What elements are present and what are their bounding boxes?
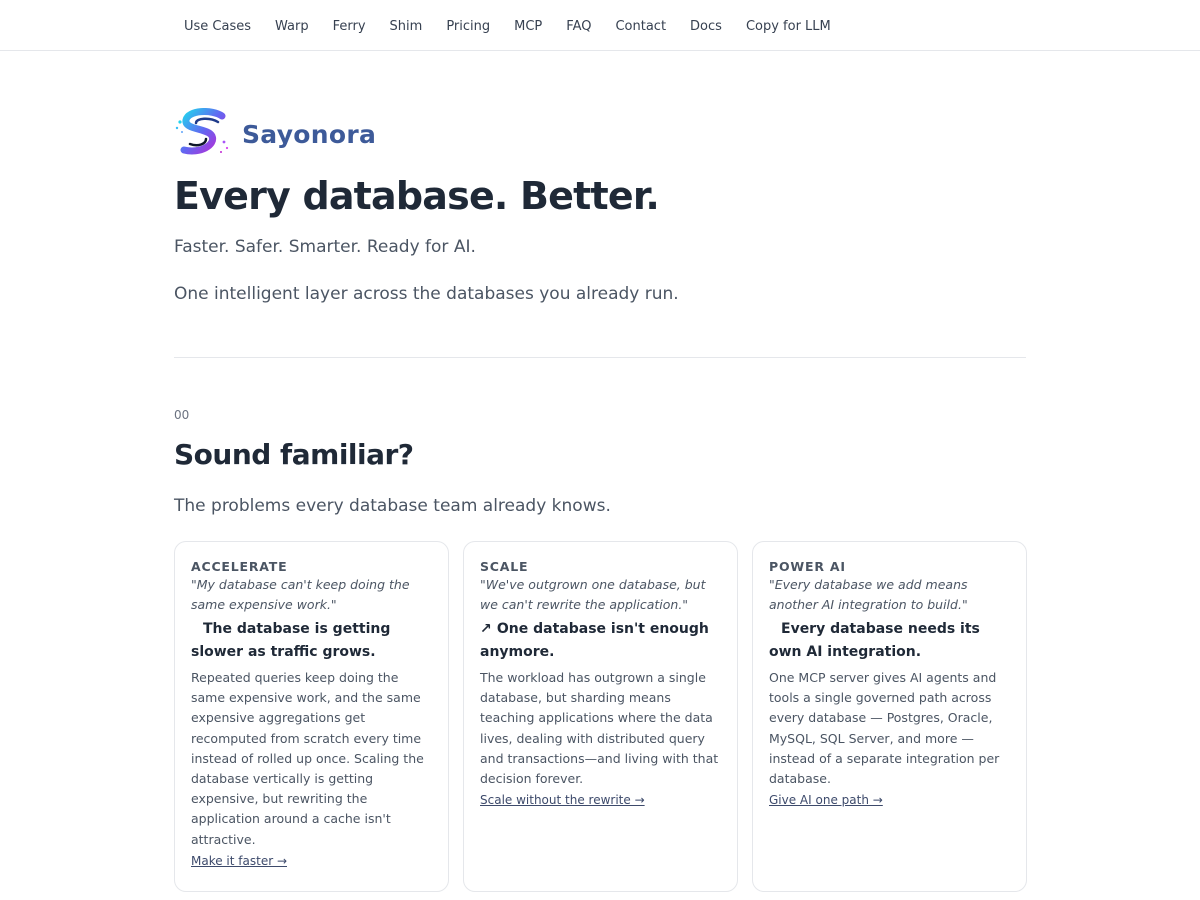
- nav-list: Use Cases Warp Ferry Shim Pricing MCP FA…: [184, 15, 855, 34]
- section-subtitle: The problems every database team already…: [174, 496, 611, 516]
- nav-link-ferry[interactable]: Ferry: [333, 19, 366, 34]
- section-divider: [174, 357, 1026, 358]
- nav-link-docs[interactable]: Docs: [690, 19, 722, 34]
- card-heading: Every database needs its own AI integrat…: [769, 618, 1010, 664]
- card-heading-text: The database is getting slower as traffi…: [191, 621, 391, 660]
- problem-cards: ACCELERATE "My database can't keep doing…: [174, 541, 1027, 892]
- card-body: The workload has outgrown a single datab…: [480, 670, 719, 787]
- brand[interactable]: Sayonora: [174, 108, 376, 160]
- card-body: Repeated queries keep doing the same exp…: [191, 670, 424, 847]
- card-tag: ACCELERATE: [191, 559, 288, 574]
- section-title: Sound familiar?: [174, 438, 414, 471]
- nav-link-warp[interactable]: Warp: [275, 19, 309, 34]
- scale-without-rewrite-link[interactable]: Scale without the rewrite →: [480, 793, 645, 807]
- nav-link-faq[interactable]: FAQ: [566, 19, 591, 34]
- card-power-ai: POWER AI "Every database we add means an…: [752, 541, 1027, 892]
- arrow-up-right-icon: ↗: [480, 621, 492, 637]
- nav-link-contact[interactable]: Contact: [615, 19, 666, 34]
- nav-link-shim[interactable]: Shim: [390, 19, 423, 34]
- section-number: 00: [174, 408, 190, 422]
- card-accelerate: ACCELERATE "My database can't keep doing…: [174, 541, 449, 892]
- make-it-faster-link[interactable]: Make it faster →: [191, 854, 287, 868]
- give-ai-one-path-link[interactable]: Give AI one path →: [769, 793, 883, 807]
- card-scale: SCALE "We've outgrown one database, but …: [463, 541, 738, 892]
- card-heading: The database is getting slower as traffi…: [191, 618, 432, 664]
- card-tag: SCALE: [480, 559, 529, 574]
- swirl-s-logo-icon: [175, 108, 229, 155]
- top-navigation: Use Cases Warp Ferry Shim Pricing MCP FA…: [0, 0, 1200, 51]
- card-quote: "We've outgrown one database, but we can…: [480, 577, 706, 612]
- card-body: One MCP server gives AI agents and tools…: [769, 670, 1000, 787]
- hero-title: Every database. Better.: [174, 174, 660, 218]
- hero-description: One intelligent layer across the databas…: [174, 284, 679, 304]
- card-tag: POWER AI: [769, 559, 846, 574]
- nav-link-use-cases[interactable]: Use Cases: [184, 19, 251, 34]
- card-quote: "Every database we add means another AI …: [769, 577, 968, 612]
- nav-link-mcp[interactable]: MCP: [514, 19, 542, 34]
- hero-subtitle: Faster. Safer. Smarter. Ready for AI.: [174, 237, 476, 257]
- nav-link-copy-for-llm[interactable]: Copy for LLM: [746, 19, 831, 34]
- nav-link-pricing[interactable]: Pricing: [446, 19, 490, 34]
- card-heading-text: One database isn't enough anymore.: [480, 621, 709, 660]
- card-quote: "My database can't keep doing the same e…: [191, 577, 410, 612]
- card-heading-text: Every database needs its own AI integrat…: [769, 621, 980, 660]
- card-heading: ↗ One database isn't enough anymore.: [480, 618, 721, 664]
- brand-name: Sayonora: [242, 119, 377, 149]
